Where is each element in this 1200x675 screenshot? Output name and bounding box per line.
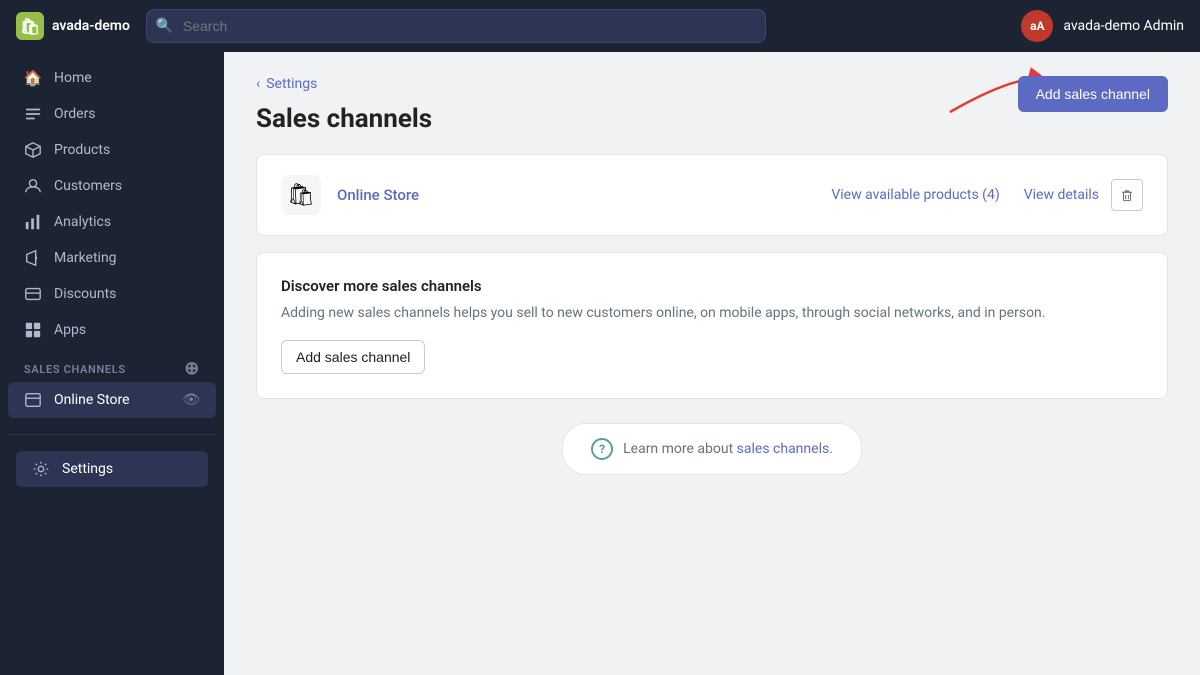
analytics-icon xyxy=(24,213,42,231)
customers-icon xyxy=(24,177,42,195)
delete-channel-button[interactable] xyxy=(1111,179,1143,211)
view-products-link[interactable]: View available products (4) xyxy=(831,187,999,203)
apps-icon xyxy=(24,321,42,339)
brand-name: avada-demo xyxy=(52,18,130,34)
main-content: ‹ Settings Sales channels Add sales chan… xyxy=(224,52,1200,675)
sidebar-item-home-label: Home xyxy=(54,70,92,86)
sidebar-item-online-store-label: Online Store xyxy=(54,392,130,408)
learn-more-box: ? Learn more about sales channels. xyxy=(562,423,862,475)
sales-channels-section-header: SALES CHANNELS ⊕ xyxy=(8,348,216,382)
shopify-store-icon: 🛍 xyxy=(281,175,321,215)
discover-title: Discover more sales channels xyxy=(281,277,1143,295)
products-icon xyxy=(24,141,42,159)
learn-more-text: Learn more about sales channels. xyxy=(623,441,833,457)
sidebar-item-settings[interactable]: Settings xyxy=(16,451,208,487)
sidebar-item-orders-label: Orders xyxy=(54,106,96,122)
sidebar-item-products[interactable]: Products xyxy=(8,132,216,168)
search-container: 🔍 xyxy=(146,9,766,43)
search-icon: 🔍 xyxy=(156,18,173,34)
breadcrumb-label: Settings xyxy=(266,76,317,92)
add-sales-channel-icon[interactable]: ⊕ xyxy=(184,360,200,378)
shopify-icon: 🛍 xyxy=(16,12,44,40)
channel-actions: View available products (4) View details xyxy=(831,179,1143,211)
sidebar-item-marketing-label: Marketing xyxy=(54,250,117,266)
sidebar-item-marketing[interactable]: Marketing xyxy=(8,240,216,276)
sidebar-item-customers[interactable]: Customers xyxy=(8,168,216,204)
avatar[interactable]: aA xyxy=(1021,10,1053,42)
sidebar-item-home[interactable]: 🏠 Home xyxy=(8,60,216,96)
sidebar-item-discounts-label: Discounts xyxy=(54,286,116,302)
discounts-icon xyxy=(24,285,42,303)
sidebar-item-analytics-label: Analytics xyxy=(54,214,111,230)
sidebar-item-analytics[interactable]: Analytics xyxy=(8,204,216,240)
topnav-right: aA avada-demo Admin xyxy=(1021,10,1184,42)
home-icon: 🏠 xyxy=(24,69,42,87)
discover-add-button[interactable]: Add sales channel xyxy=(281,340,425,374)
marketing-icon xyxy=(24,249,42,267)
sidebar-item-apps[interactable]: Apps xyxy=(8,312,216,348)
brand-logo[interactable]: 🛍 avada-demo xyxy=(16,12,130,40)
sidebar-item-products-label: Products xyxy=(54,142,110,158)
view-details-link[interactable]: View details xyxy=(1024,187,1099,203)
chevron-left-icon: ‹ xyxy=(256,76,260,92)
discover-description: Adding new sales channels helps you sell… xyxy=(281,303,1143,324)
sidebar-item-apps-label: Apps xyxy=(54,322,86,338)
channel-name: Online Store xyxy=(337,186,419,204)
eye-icon[interactable]: 👁 xyxy=(182,392,200,408)
sidebar-item-orders[interactable]: Orders xyxy=(8,96,216,132)
sales-channels-label: SALES CHANNELS xyxy=(24,363,126,376)
add-sales-channel-button[interactable]: Add sales channel xyxy=(1018,76,1168,112)
orders-icon xyxy=(24,105,42,123)
discover-card: Discover more sales channels Adding new … xyxy=(256,252,1168,399)
sidebar-item-discounts[interactable]: Discounts xyxy=(8,276,216,312)
admin-name: avada-demo Admin xyxy=(1063,18,1184,34)
online-store-icon xyxy=(24,391,42,409)
sales-channels-link[interactable]: sales channels. xyxy=(737,441,833,457)
help-circle-icon: ? xyxy=(591,438,613,460)
settings-icon xyxy=(32,460,50,478)
sidebar-item-online-store[interactable]: Online Store 👁 xyxy=(8,382,216,418)
sidebar-item-settings-label: Settings xyxy=(62,461,113,477)
online-store-card: 🛍 Online Store View available products (… xyxy=(256,154,1168,236)
search-input[interactable] xyxy=(146,9,766,43)
top-navigation: 🛍 avada-demo 🔍 aA avada-demo Admin xyxy=(0,0,1200,52)
sidebar: 🏠 Home Orders Products Customers Anal xyxy=(0,52,224,675)
sidebar-item-customers-label: Customers xyxy=(54,178,122,194)
